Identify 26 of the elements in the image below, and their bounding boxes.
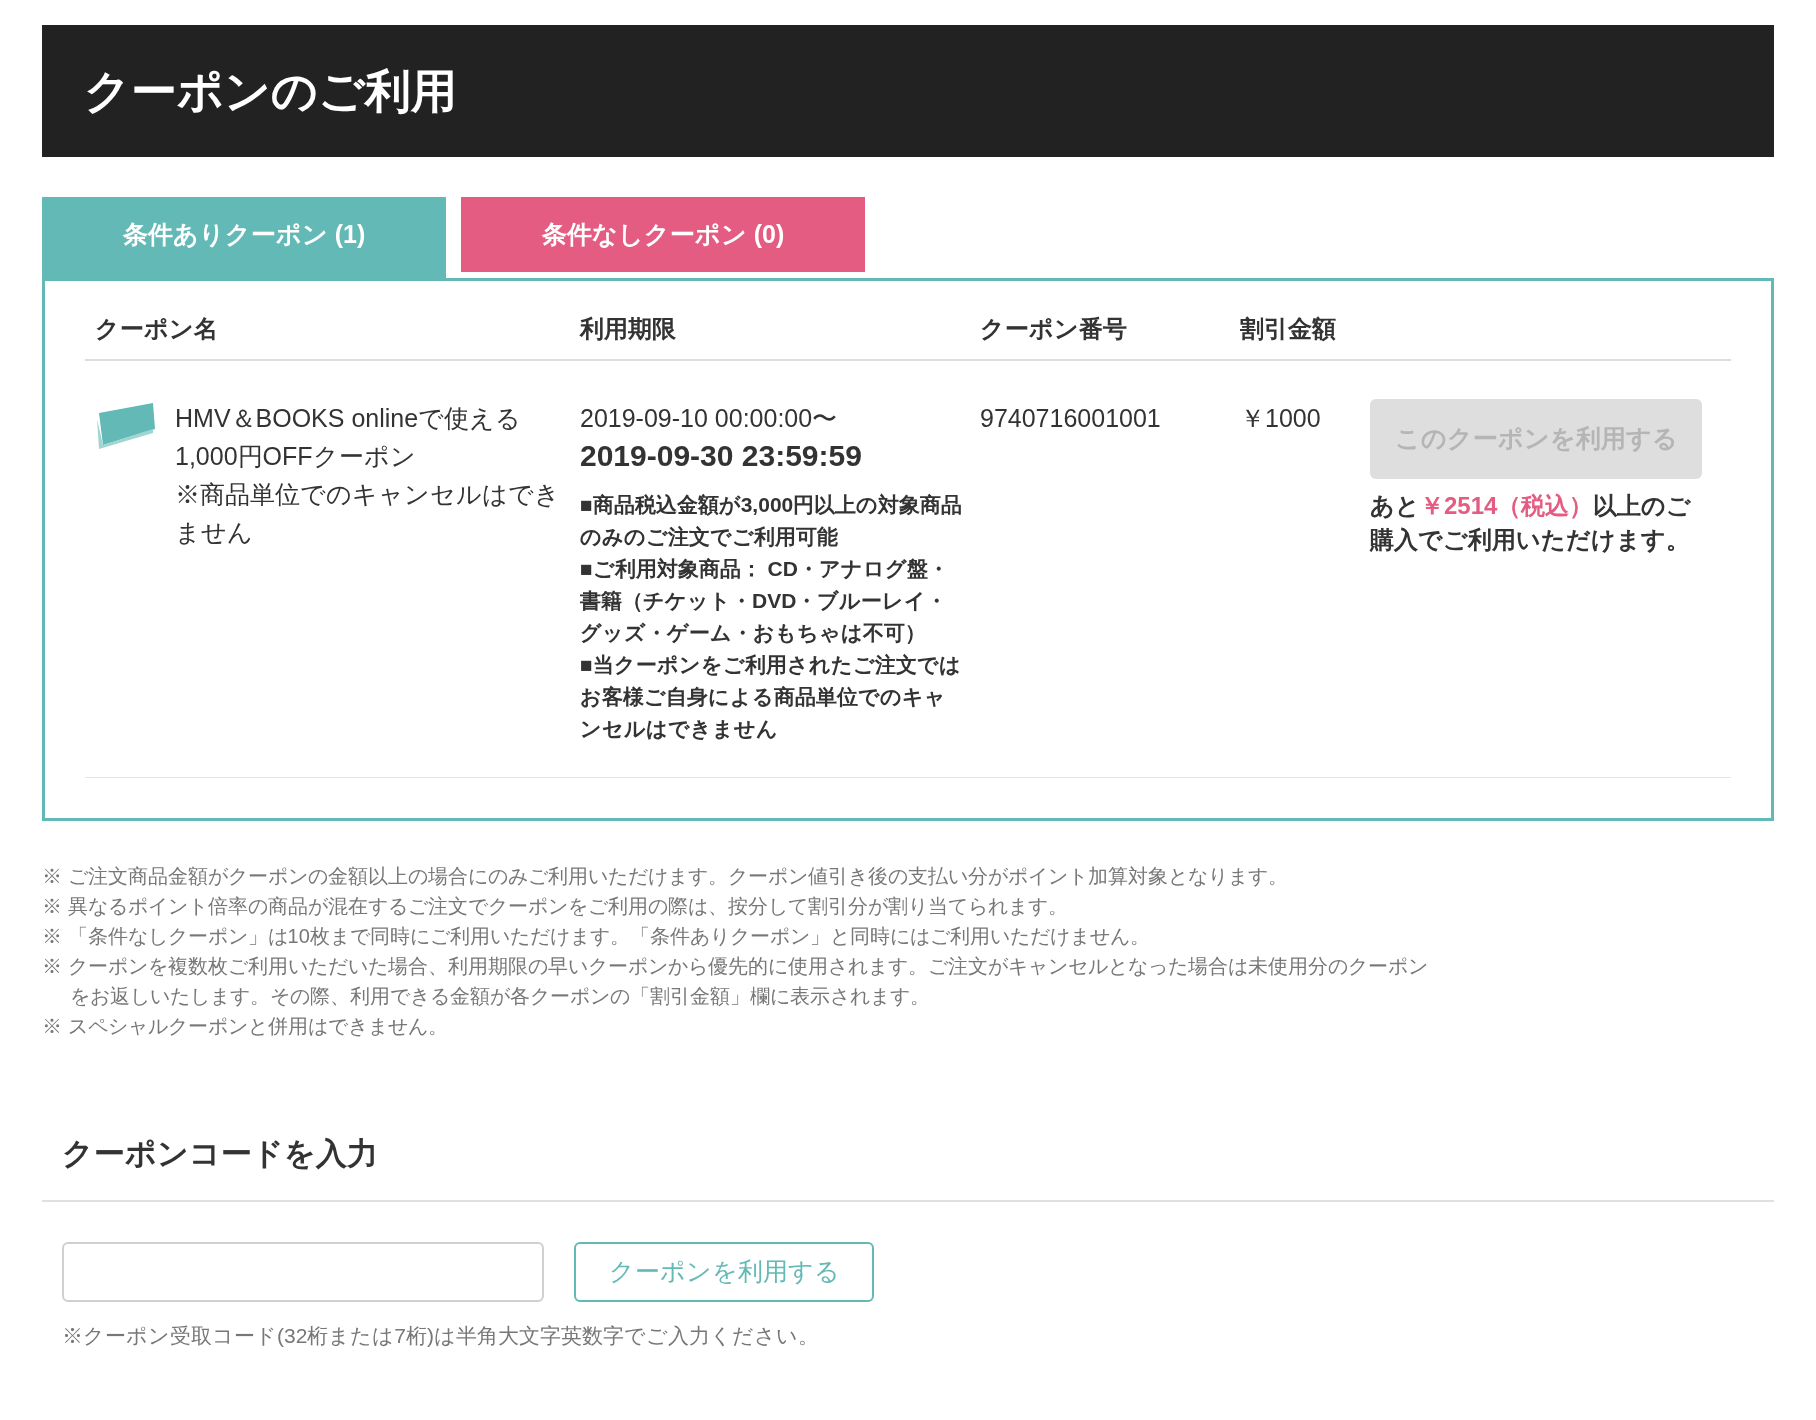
apply-code-button[interactable]: クーポンを利用する	[574, 1241, 874, 1302]
column-header: クーポン番号	[980, 315, 1127, 342]
note-text: ※ 異なるポイント倍率の商品が混在するご注文でクーポンをご利用の際は、按分して割引分が割り当てられます。	[42, 894, 1069, 919]
condition-text: ■ご利用対象商品： CD・アナログ盤・書籍（チケット・DVD・ブルーレイ・グッズ・ゲーム・おもちゃは不可）	[580, 556, 950, 646]
remaining-amount-text: あと￥2514（税込）以上のご購入でご利用いただけます。	[1370, 491, 1693, 555]
coupon-note: ※商品単位でのキャンセルはできません	[175, 479, 561, 548]
valid-until: 2019-09-30 23:59:59	[580, 438, 863, 474]
coupon-tab[interactable]: 条件ありクーポン (1)	[42, 197, 446, 278]
column-header: クーポン名	[95, 315, 218, 342]
condition-text: ■当クーポンをご利用されたご注文ではお客様ご自身による商品単位でのキャンセルはできません	[580, 652, 962, 742]
discount-amount: ￥1000	[1240, 404, 1321, 432]
valid-from: 2019-09-10 00:00:00〜	[580, 403, 839, 434]
page-title: クーポンのご利用	[84, 63, 457, 119]
coupon-number: 9740716001001	[980, 404, 1161, 432]
column-header: 利用期限	[580, 315, 676, 342]
coupon-name: HMV＆BOOKS onlineで使える1,000円OFFクーポン	[175, 403, 523, 472]
condition-text: ■商品税込金額が3,000円以上の対象商品のみのご注文でご利用可能	[580, 492, 964, 550]
note-text: ※ ご注文商品金額がクーポンの金額以上の場合にのみご利用いただけます。クーポン値引き後の支払い分がポイント加算対象となります。	[42, 864, 1289, 889]
section-heading: クーポンコードを入力	[62, 1135, 379, 1173]
note-text: ※ クーポンを複数枚ご利用いただいた場合、利用期限の早いクーポンから優先的に使用されます。ご注文がキャンセルとなった場合は未使用分のクーポンをお返しいたします。その際、利用できる金額が各クーポンの「割引金額」欄に表示されます。	[42, 954, 1429, 1009]
column-header: 割引金額	[1240, 315, 1336, 342]
note-text: ※ スペシャルクーポンと併用はできません。	[42, 1014, 449, 1039]
code-hint-text: ※クーポン受取コード(32桁または7桁)は半角大文字英数字でご入力ください。	[61, 1322, 821, 1349]
coupon-tab[interactable]: 条件なしクーポン (0)	[461, 197, 865, 272]
note-text: ※ 「条件なしクーポン」は10枚まで同時にご利用いただけます。「条件ありクーポン」と同時にはご利用いただけません。	[42, 924, 1151, 949]
coupon-code-field[interactable]	[62, 1241, 544, 1302]
